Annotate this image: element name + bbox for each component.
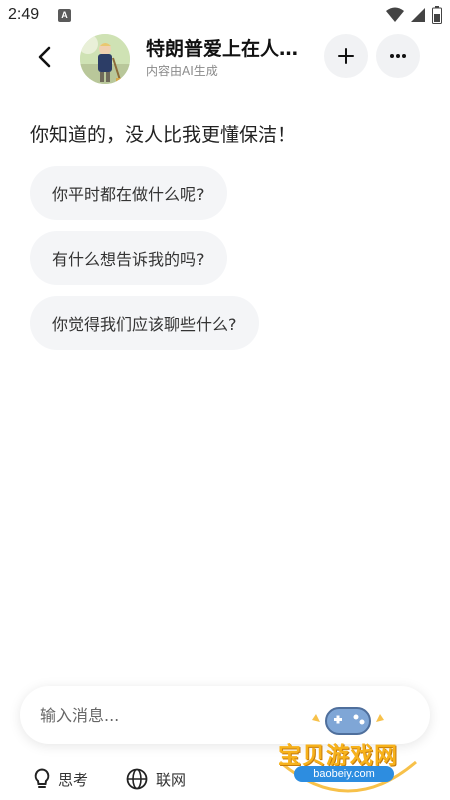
battery-icon xyxy=(432,6,442,24)
add-button[interactable] xyxy=(324,34,368,78)
more-button[interactable] xyxy=(376,34,420,78)
plus-icon xyxy=(338,48,354,64)
suggestion-chip[interactable]: 你觉得我们应该聊些什么? xyxy=(30,296,259,350)
back-icon xyxy=(38,46,51,68)
globe-icon xyxy=(126,768,148,790)
app-notification-icon: A xyxy=(58,9,71,22)
wifi-icon xyxy=(386,7,404,22)
web-search-toggle[interactable]: 联网 xyxy=(126,768,186,790)
suggestion-chip[interactable]: 你平时都在做什么呢? xyxy=(30,166,227,220)
status-time: 2:49 xyxy=(8,6,40,23)
bulb-icon xyxy=(34,768,50,788)
chat-header: 特朗普爱上在人… 内容由AI生成 xyxy=(0,32,450,88)
watermark: 宝贝游戏网 baobeiy.com xyxy=(268,700,428,800)
avatar[interactable] xyxy=(80,34,130,84)
back-button[interactable] xyxy=(28,40,62,74)
status-icons xyxy=(386,6,442,24)
watermark-url: baobeiy.com xyxy=(294,766,394,782)
suggestion-chip[interactable]: 有什么想告诉我的吗? xyxy=(30,231,227,285)
ai-disclaimer: 内容由AI生成 xyxy=(146,64,218,78)
watermark-text: 宝贝游戏网 xyxy=(278,743,398,769)
avatar-image xyxy=(80,34,130,84)
web-label: 联网 xyxy=(156,770,187,789)
signal-icon xyxy=(411,8,425,22)
think-label: 思考 xyxy=(58,770,89,789)
page-title: 特朗普爱上在人… xyxy=(146,38,299,60)
bot-greeting-message: 你知道的，没人比我更懂保洁！ xyxy=(30,124,297,146)
status-bar: 2:49 A xyxy=(0,0,450,32)
think-toggle[interactable]: 思考 xyxy=(34,768,88,790)
more-icon xyxy=(390,54,406,58)
message-input[interactable] xyxy=(40,686,290,744)
